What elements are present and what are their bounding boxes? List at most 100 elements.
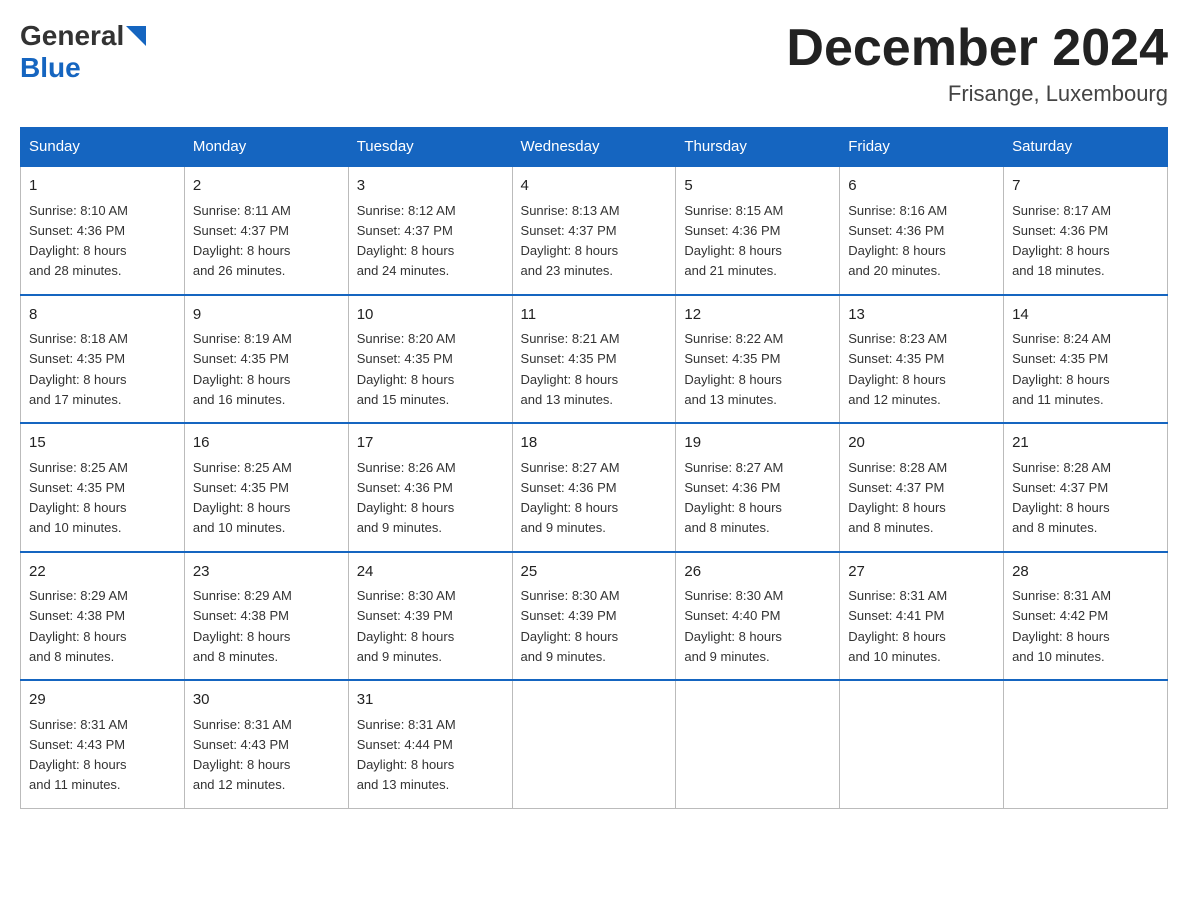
table-row: 5 Sunrise: 8:15 AM Sunset: 4:36 PM Dayli… [676,166,840,295]
day-info: Sunrise: 8:22 AM Sunset: 4:35 PM Dayligh… [684,331,783,407]
day-number: 24 [357,561,504,584]
table-row: 18 Sunrise: 8:27 AM Sunset: 4:36 PM Dayl… [512,423,676,552]
day-number: 14 [1012,304,1159,327]
header-sunday: Sunday [21,128,185,167]
table-row: 24 Sunrise: 8:30 AM Sunset: 4:39 PM Dayl… [348,552,512,681]
day-info: Sunrise: 8:23 AM Sunset: 4:35 PM Dayligh… [848,331,947,407]
day-number: 21 [1012,432,1159,455]
table-row: 10 Sunrise: 8:20 AM Sunset: 4:35 PM Dayl… [348,295,512,424]
day-number: 26 [684,561,831,584]
day-info: Sunrise: 8:31 AM Sunset: 4:41 PM Dayligh… [848,588,947,664]
table-row: 21 Sunrise: 8:28 AM Sunset: 4:37 PM Dayl… [1004,423,1168,552]
day-info: Sunrise: 8:25 AM Sunset: 4:35 PM Dayligh… [193,460,292,536]
table-row: 30 Sunrise: 8:31 AM Sunset: 4:43 PM Dayl… [184,680,348,808]
day-number: 23 [193,561,340,584]
header-wednesday: Wednesday [512,128,676,167]
day-info: Sunrise: 8:19 AM Sunset: 4:35 PM Dayligh… [193,331,292,407]
day-info: Sunrise: 8:27 AM Sunset: 4:36 PM Dayligh… [684,460,783,536]
table-row: 3 Sunrise: 8:12 AM Sunset: 4:37 PM Dayli… [348,166,512,295]
table-row: 23 Sunrise: 8:29 AM Sunset: 4:38 PM Dayl… [184,552,348,681]
day-number: 15 [29,432,176,455]
day-info: Sunrise: 8:31 AM Sunset: 4:43 PM Dayligh… [29,717,128,793]
table-row: 28 Sunrise: 8:31 AM Sunset: 4:42 PM Dayl… [1004,552,1168,681]
table-row: 4 Sunrise: 8:13 AM Sunset: 4:37 PM Dayli… [512,166,676,295]
day-number: 29 [29,689,176,712]
weekday-header-row: Sunday Monday Tuesday Wednesday Thursday… [21,128,1168,167]
day-number: 19 [684,432,831,455]
table-row: 16 Sunrise: 8:25 AM Sunset: 4:35 PM Dayl… [184,423,348,552]
day-info: Sunrise: 8:30 AM Sunset: 4:39 PM Dayligh… [521,588,620,664]
day-number: 4 [521,175,668,198]
table-row: 19 Sunrise: 8:27 AM Sunset: 4:36 PM Dayl… [676,423,840,552]
day-number: 20 [848,432,995,455]
table-row: 20 Sunrise: 8:28 AM Sunset: 4:37 PM Dayl… [840,423,1004,552]
day-number: 9 [193,304,340,327]
table-row: 13 Sunrise: 8:23 AM Sunset: 4:35 PM Dayl… [840,295,1004,424]
table-row: 12 Sunrise: 8:22 AM Sunset: 4:35 PM Dayl… [676,295,840,424]
location-title: Frisange, Luxembourg [786,81,1168,107]
day-number: 30 [193,689,340,712]
day-info: Sunrise: 8:18 AM Sunset: 4:35 PM Dayligh… [29,331,128,407]
table-row: 7 Sunrise: 8:17 AM Sunset: 4:36 PM Dayli… [1004,166,1168,295]
day-number: 18 [521,432,668,455]
day-info: Sunrise: 8:24 AM Sunset: 4:35 PM Dayligh… [1012,331,1111,407]
table-row: 31 Sunrise: 8:31 AM Sunset: 4:44 PM Dayl… [348,680,512,808]
day-info: Sunrise: 8:26 AM Sunset: 4:36 PM Dayligh… [357,460,456,536]
table-row: 9 Sunrise: 8:19 AM Sunset: 4:35 PM Dayli… [184,295,348,424]
day-number: 31 [357,689,504,712]
table-row: 1 Sunrise: 8:10 AM Sunset: 4:36 PM Dayli… [21,166,185,295]
table-row: 27 Sunrise: 8:31 AM Sunset: 4:41 PM Dayl… [840,552,1004,681]
table-row [1004,680,1168,808]
day-number: 11 [521,304,668,327]
calendar-week-row: 15 Sunrise: 8:25 AM Sunset: 4:35 PM Dayl… [21,423,1168,552]
table-row: 29 Sunrise: 8:31 AM Sunset: 4:43 PM Dayl… [21,680,185,808]
table-row: 14 Sunrise: 8:24 AM Sunset: 4:35 PM Dayl… [1004,295,1168,424]
header-saturday: Saturday [1004,128,1168,167]
day-info: Sunrise: 8:31 AM Sunset: 4:44 PM Dayligh… [357,717,456,793]
table-row [676,680,840,808]
day-info: Sunrise: 8:31 AM Sunset: 4:43 PM Dayligh… [193,717,292,793]
day-number: 27 [848,561,995,584]
day-info: Sunrise: 8:11 AM Sunset: 4:37 PM Dayligh… [193,203,291,279]
day-info: Sunrise: 8:10 AM Sunset: 4:36 PM Dayligh… [29,203,128,279]
month-title: December 2024 [786,20,1168,77]
calendar-week-row: 29 Sunrise: 8:31 AM Sunset: 4:43 PM Dayl… [21,680,1168,808]
day-number: 7 [1012,175,1159,198]
table-row: 22 Sunrise: 8:29 AM Sunset: 4:38 PM Dayl… [21,552,185,681]
logo-general-text: General [20,20,124,52]
calendar-table: Sunday Monday Tuesday Wednesday Thursday… [20,127,1168,809]
day-info: Sunrise: 8:28 AM Sunset: 4:37 PM Dayligh… [848,460,947,536]
day-info: Sunrise: 8:29 AM Sunset: 4:38 PM Dayligh… [193,588,292,664]
table-row: 17 Sunrise: 8:26 AM Sunset: 4:36 PM Dayl… [348,423,512,552]
day-number: 28 [1012,561,1159,584]
header-friday: Friday [840,128,1004,167]
logo: General Blue [20,20,146,84]
table-row: 15 Sunrise: 8:25 AM Sunset: 4:35 PM Dayl… [21,423,185,552]
day-number: 5 [684,175,831,198]
day-info: Sunrise: 8:21 AM Sunset: 4:35 PM Dayligh… [521,331,620,407]
day-info: Sunrise: 8:13 AM Sunset: 4:37 PM Dayligh… [521,203,620,279]
day-number: 13 [848,304,995,327]
day-info: Sunrise: 8:30 AM Sunset: 4:40 PM Dayligh… [684,588,783,664]
day-info: Sunrise: 8:16 AM Sunset: 4:36 PM Dayligh… [848,203,947,279]
table-row: 25 Sunrise: 8:30 AM Sunset: 4:39 PM Dayl… [512,552,676,681]
day-info: Sunrise: 8:25 AM Sunset: 4:35 PM Dayligh… [29,460,128,536]
table-row [840,680,1004,808]
logo-blue-text: Blue [20,52,81,83]
day-number: 3 [357,175,504,198]
calendar-week-row: 8 Sunrise: 8:18 AM Sunset: 4:35 PM Dayli… [21,295,1168,424]
day-number: 22 [29,561,176,584]
day-info: Sunrise: 8:20 AM Sunset: 4:35 PM Dayligh… [357,331,456,407]
table-row: 2 Sunrise: 8:11 AM Sunset: 4:37 PM Dayli… [184,166,348,295]
table-row [512,680,676,808]
title-block: December 2024 Frisange, Luxembourg [786,20,1168,107]
day-number: 2 [193,175,340,198]
day-info: Sunrise: 8:30 AM Sunset: 4:39 PM Dayligh… [357,588,456,664]
day-info: Sunrise: 8:29 AM Sunset: 4:38 PM Dayligh… [29,588,128,664]
day-info: Sunrise: 8:15 AM Sunset: 4:36 PM Dayligh… [684,203,783,279]
table-row: 8 Sunrise: 8:18 AM Sunset: 4:35 PM Dayli… [21,295,185,424]
header-monday: Monday [184,128,348,167]
day-info: Sunrise: 8:17 AM Sunset: 4:36 PM Dayligh… [1012,203,1111,279]
day-info: Sunrise: 8:27 AM Sunset: 4:36 PM Dayligh… [521,460,620,536]
header-tuesday: Tuesday [348,128,512,167]
